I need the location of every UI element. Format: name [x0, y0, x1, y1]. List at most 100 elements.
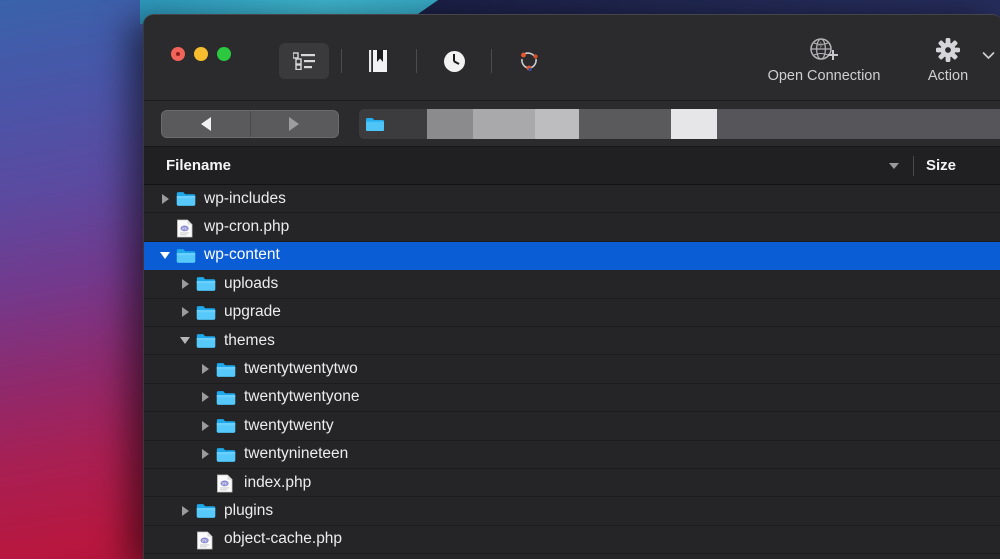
- folder-icon: [176, 190, 196, 207]
- table-row[interactable]: twentytwentytwo: [144, 355, 1000, 383]
- toolbar-divider: [491, 49, 492, 73]
- forward-button[interactable]: [250, 111, 339, 137]
- folder-icon: [196, 332, 216, 349]
- file-name-label: upgrade: [224, 303, 281, 321]
- navigation-bar: [144, 101, 1000, 147]
- toolbar-divider: [341, 49, 342, 73]
- close-button[interactable]: [171, 47, 185, 61]
- path-breadcrumb-bar[interactable]: [359, 109, 1000, 139]
- browse-icon: [293, 52, 315, 70]
- nav-segmented-control: [161, 110, 339, 138]
- disclosure-chevron-down-icon[interactable]: [154, 252, 176, 259]
- svg-text:php: php: [202, 538, 208, 542]
- table-row[interactable]: wp-content: [144, 242, 1000, 270]
- minimize-button[interactable]: [194, 47, 208, 61]
- file-browser-window: Open Connection: [143, 14, 1000, 559]
- table-row[interactable]: upgrade: [144, 299, 1000, 327]
- path-segment-redacted[interactable]: [717, 109, 1000, 139]
- path-segment-redacted[interactable]: [427, 109, 473, 139]
- column-header-size-label: Size: [926, 157, 956, 174]
- folder-icon: [365, 116, 385, 132]
- path-segment-redacted[interactable]: [671, 109, 717, 139]
- file-name-label: uploads: [224, 275, 278, 293]
- table-row[interactable]: wp-includes: [144, 185, 1000, 213]
- maximize-button[interactable]: [217, 47, 231, 61]
- file-name-label: themes: [224, 332, 275, 350]
- bookmark-icon: [368, 49, 390, 73]
- transfers-button[interactable]: [504, 43, 554, 79]
- action-label: Action: [928, 68, 968, 84]
- path-segment-redacted[interactable]: [473, 109, 535, 139]
- forward-arrow-icon: [289, 117, 299, 131]
- php-file-icon: php: [176, 219, 196, 236]
- file-name-label: wp-cron.php: [204, 218, 289, 236]
- back-arrow-icon: [201, 117, 211, 131]
- column-header-filename-label: Filename: [166, 157, 231, 174]
- transfers-icon: [517, 50, 541, 72]
- disclosure-chevron-right-icon[interactable]: [174, 307, 196, 317]
- table-row[interactable]: twentynineteen: [144, 441, 1000, 469]
- table-row[interactable]: php wp-cron.php: [144, 213, 1000, 241]
- folder-icon: [196, 304, 216, 321]
- sort-descending-icon[interactable]: [889, 163, 899, 169]
- php-file-icon: php: [216, 474, 236, 491]
- table-row[interactable]: themes: [144, 327, 1000, 355]
- folder-icon: [216, 417, 236, 434]
- file-list[interactable]: wp-includes php wp-cron.php wp-content uploa…: [144, 185, 1000, 554]
- column-header-row: Filename Size: [144, 147, 1000, 185]
- path-segment-redacted[interactable]: [389, 109, 427, 139]
- svg-text:php: php: [222, 482, 228, 486]
- folder-icon: [196, 502, 216, 519]
- file-name-label: object-cache.php: [224, 530, 342, 548]
- folder-icon: [216, 361, 236, 378]
- path-segment-redacted[interactable]: [579, 109, 671, 139]
- globe-plus-icon: [807, 33, 841, 67]
- folder-icon: [216, 446, 236, 463]
- disclosure-chevron-right-icon[interactable]: [194, 421, 216, 431]
- disclosure-chevron-right-icon[interactable]: [154, 194, 176, 204]
- gear-icon: [935, 33, 961, 67]
- toolbar-divider: [416, 49, 417, 73]
- file-name-label: twentynineteen: [244, 445, 348, 463]
- table-row[interactable]: plugins: [144, 497, 1000, 525]
- action-button[interactable]: Action: [899, 33, 1000, 84]
- svg-text:php: php: [182, 226, 188, 230]
- path-segment-redacted[interactable]: [535, 109, 579, 139]
- open-connection-button[interactable]: Open Connection: [749, 33, 899, 84]
- file-name-label: twentytwenty: [244, 417, 334, 435]
- disclosure-chevron-right-icon[interactable]: [194, 449, 216, 459]
- table-row[interactable]: php index.php: [144, 469, 1000, 497]
- history-button[interactable]: [429, 43, 479, 79]
- file-name-label: twentytwentytwo: [244, 360, 358, 378]
- file-name-label: twentytwentyone: [244, 388, 359, 406]
- file-name-label: plugins: [224, 502, 273, 520]
- disclosure-chevron-right-icon[interactable]: [174, 506, 196, 516]
- file-name-label: index.php: [244, 474, 311, 492]
- clock-icon: [444, 51, 465, 72]
- back-button[interactable]: [162, 111, 250, 137]
- folder-icon: [196, 275, 216, 292]
- folder-icon: [216, 389, 236, 406]
- table-row[interactable]: twentytwentyone: [144, 384, 1000, 412]
- folder-icon: [176, 247, 196, 264]
- disclosure-chevron-right-icon[interactable]: [174, 279, 196, 289]
- file-name-label: wp-includes: [204, 190, 286, 208]
- disclosure-chevron-down-icon[interactable]: [174, 337, 196, 344]
- disclosure-chevron-right-icon[interactable]: [194, 392, 216, 402]
- table-row[interactable]: twentytwenty: [144, 412, 1000, 440]
- php-file-icon: php: [196, 531, 216, 548]
- bookmark-button[interactable]: [354, 43, 404, 79]
- column-header-filename[interactable]: Filename: [144, 157, 913, 174]
- chevron-down-icon[interactable]: [982, 47, 995, 65]
- traffic-lights: [171, 47, 231, 61]
- browse-button[interactable]: [279, 43, 329, 79]
- toolbar-actions: Open Connection: [749, 33, 1000, 84]
- open-connection-label: Open Connection: [768, 68, 881, 84]
- desktop: Open Connection: [0, 0, 1000, 559]
- table-row[interactable]: php object-cache.php: [144, 526, 1000, 554]
- toolbar-mode-buttons: [279, 40, 554, 82]
- disclosure-chevron-right-icon[interactable]: [194, 364, 216, 374]
- window-toolbar: Open Connection: [144, 15, 1000, 101]
- table-row[interactable]: uploads: [144, 270, 1000, 298]
- column-header-size[interactable]: Size: [913, 156, 1000, 176]
